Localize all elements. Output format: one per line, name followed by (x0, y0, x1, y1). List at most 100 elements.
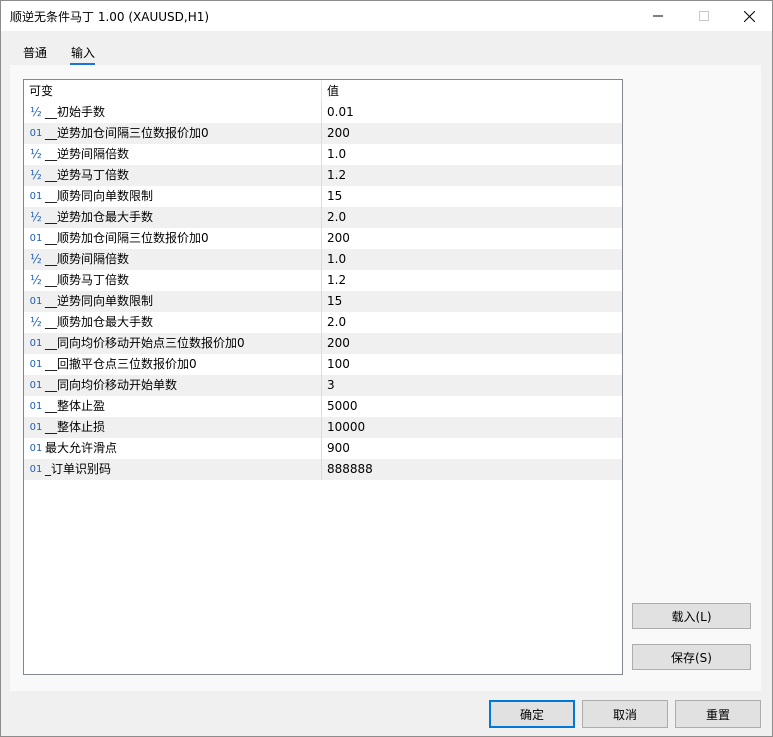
parameter-value[interactable]: 3 (327, 375, 335, 396)
parameter-name: __逆势加仓最大手数 (45, 210, 154, 224)
column-header-variable[interactable]: 可变 (29, 80, 53, 102)
tab-bar: 普通 输入 (1, 31, 772, 65)
integer-type-icon: 01 (29, 338, 43, 349)
table-row[interactable]: ½ __逆势间隔倍数 1.0 (24, 144, 622, 165)
table-row[interactable]: 01 __整体止盈 5000 (24, 396, 622, 417)
parameter-name: __逆势马丁倍数 (45, 168, 130, 182)
parameter-name: __顺势加仓最大手数 (45, 315, 154, 329)
table-row[interactable]: 01 __同向均价移动开始点三位数报价加0 200 (24, 333, 622, 354)
parameter-value[interactable]: 2.0 (327, 207, 346, 228)
parameter-value[interactable]: 2.0 (327, 312, 346, 333)
double-type-icon: ½ (30, 273, 42, 287)
parameter-name: __顺势加仓间隔三位数报价加0 (45, 231, 209, 245)
parameter-name: __逆势加仓间隔三位数报价加0 (45, 126, 209, 140)
integer-type-icon: 01 (29, 401, 43, 412)
integer-type-icon: 01 (29, 296, 43, 307)
parameter-value[interactable]: 15 (327, 291, 342, 312)
cell-divider (321, 417, 322, 438)
double-type-icon: ½ (30, 315, 42, 329)
table-row[interactable]: ½ __逆势马丁倍数 1.2 (24, 165, 622, 186)
table-row[interactable]: ½ __顺势间隔倍数 1.0 (24, 249, 622, 270)
parameter-value[interactable]: 200 (327, 228, 350, 249)
parameter-value[interactable]: 5000 (327, 396, 358, 417)
parameters-grid[interactable]: 可变 值 ½ __初始手数 0.01 01 __逆势加仓间隔三位数报价加0 200 ½ __逆… (23, 79, 623, 675)
integer-type-icon: 01 (29, 359, 43, 370)
parameter-name: 最大允许滑点 (45, 441, 118, 455)
column-header-value[interactable]: 值 (327, 80, 339, 102)
table-row[interactable]: 01 __顺势同向单数限制 15 (24, 186, 622, 207)
cell-divider (321, 438, 322, 459)
tab-input[interactable]: 输入 (71, 44, 95, 61)
parameter-name: __顺势同向单数限制 (45, 189, 154, 203)
table-row[interactable]: 01 __逆势同向单数限制 15 (24, 291, 622, 312)
cancel-button[interactable]: 取消 (582, 700, 668, 728)
table-row[interactable]: 01 _订单识别码 888888 (24, 459, 622, 480)
integer-type-icon: 01 (29, 464, 43, 475)
dialog-window: 顺逆无条件马丁 1.00 (XAUUSD,H1) 普通 输入 可变 值 ½ __初… (0, 0, 773, 737)
parameter-value[interactable]: 1.0 (327, 144, 346, 165)
cell-divider (321, 207, 322, 228)
parameter-value[interactable]: 888888 (327, 459, 373, 480)
parameter-name: __整体止损 (45, 420, 106, 434)
column-divider[interactable] (321, 80, 322, 102)
parameter-value[interactable]: 1.2 (327, 270, 346, 291)
cell-divider (321, 144, 322, 165)
parameter-name: _订单识别码 (45, 462, 112, 476)
parameter-value[interactable]: 10000 (327, 417, 365, 438)
table-row[interactable]: 01 __整体止损 10000 (24, 417, 622, 438)
table-row[interactable]: 01 __同向均价移动开始单数 3 (24, 375, 622, 396)
parameter-value[interactable]: 1.0 (327, 249, 346, 270)
integer-type-icon: 01 (29, 443, 43, 454)
minimize-button[interactable] (635, 1, 681, 31)
ok-button[interactable]: 确定 (489, 700, 575, 728)
cell-divider (321, 228, 322, 249)
parameter-value[interactable]: 200 (327, 123, 350, 144)
cell-divider (321, 165, 322, 186)
parameter-name: __初始手数 (45, 105, 106, 119)
cell-divider (321, 396, 322, 417)
parameter-name: __回撤平仓点三位数报价加0 (45, 357, 197, 371)
parameter-name: __同向均价移动开始单数 (45, 378, 178, 392)
table-row[interactable]: 01 __顺势加仓间隔三位数报价加0 200 (24, 228, 622, 249)
load-button[interactable]: 载入(L) (632, 603, 751, 629)
parameter-value[interactable]: 0.01 (327, 102, 354, 123)
cell-divider (321, 312, 322, 333)
save-button[interactable]: 保存(S) (632, 644, 751, 670)
maximize-button (681, 1, 727, 31)
parameter-value[interactable]: 1.2 (327, 165, 346, 186)
integer-type-icon: 01 (29, 128, 43, 139)
double-type-icon: ½ (30, 168, 42, 182)
table-row[interactable]: ½ __顺势马丁倍数 1.2 (24, 270, 622, 291)
integer-type-icon: 01 (29, 233, 43, 244)
parameter-name: __逆势间隔倍数 (45, 147, 130, 161)
table-row[interactable]: 01 最大允许滑点 900 (24, 438, 622, 459)
table-row[interactable]: ½ __逆势加仓最大手数 2.0 (24, 207, 622, 228)
parameter-name: __逆势同向单数限制 (45, 294, 154, 308)
cell-divider (321, 291, 322, 312)
double-type-icon: ½ (30, 147, 42, 161)
parameter-value[interactable]: 200 (327, 333, 350, 354)
table-row[interactable]: 01 __回撤平仓点三位数报价加0 100 (24, 354, 622, 375)
cell-divider (321, 123, 322, 144)
parameter-value[interactable]: 15 (327, 186, 342, 207)
table-row[interactable]: ½ __初始手数 0.01 (24, 102, 622, 123)
cell-divider (321, 102, 322, 123)
table-row[interactable]: 01 __逆势加仓间隔三位数报价加0 200 (24, 123, 622, 144)
cell-divider (321, 375, 322, 396)
parameter-value[interactable]: 900 (327, 438, 350, 459)
tab-general[interactable]: 普通 (23, 44, 47, 61)
double-type-icon: ½ (30, 210, 42, 224)
parameter-value[interactable]: 100 (327, 354, 350, 375)
grid-header: 可变 值 (24, 80, 622, 102)
parameter-name: __顺势马丁倍数 (45, 273, 130, 287)
cell-divider (321, 459, 322, 480)
cell-divider (321, 186, 322, 207)
close-button[interactable] (726, 1, 772, 31)
minimize-icon (653, 15, 663, 17)
title-bar[interactable]: 顺逆无条件马丁 1.00 (XAUUSD,H1) (1, 1, 772, 31)
integer-type-icon: 01 (29, 422, 43, 433)
cell-divider (321, 333, 322, 354)
cell-divider (321, 249, 322, 270)
reset-button[interactable]: 重置 (675, 700, 761, 728)
table-row[interactable]: ½ __顺势加仓最大手数 2.0 (24, 312, 622, 333)
